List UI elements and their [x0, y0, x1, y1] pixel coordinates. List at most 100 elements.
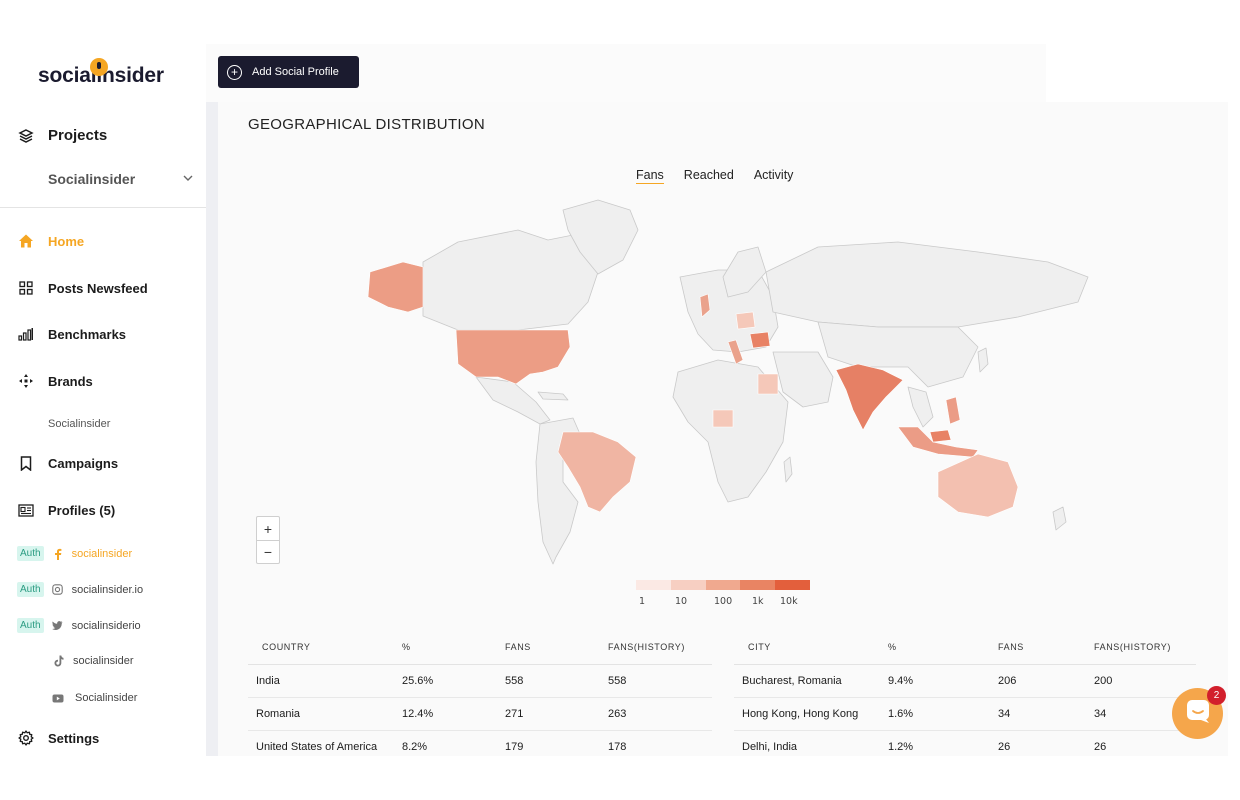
legend-swatch: [636, 580, 671, 590]
zoom-out-button[interactable]: −: [257, 540, 279, 563]
sidebar-item-label: Settings: [48, 730, 100, 746]
map-country-nigeria: [712, 409, 734, 428]
profile-item-youtube[interactable]: Socialinsider: [52, 692, 137, 704]
instagram-icon: [52, 584, 64, 596]
profile-item-facebook[interactable]: Auth socialinsider: [17, 546, 132, 561]
id-card-icon: [18, 502, 34, 518]
map-country-romania: [749, 331, 771, 349]
map-zoom-controls: + −: [256, 516, 280, 564]
column-header[interactable]: COUNTRY: [248, 630, 402, 665]
sidebar-item-label: Campaigns: [48, 455, 119, 471]
column-header[interactable]: FANS: [505, 630, 608, 665]
home-icon: [18, 233, 34, 249]
profile-item-twitter[interactable]: Auth socialinsiderio: [17, 618, 141, 633]
column-header[interactable]: %: [402, 630, 505, 665]
profile-item-instagram[interactable]: Auth socialinsider.io: [17, 582, 143, 597]
sidebar-divider: [0, 207, 206, 208]
legend-swatch: [740, 580, 776, 590]
legend-swatch: [775, 580, 810, 590]
table-row: Bucharest, Romania 9.4% 206 200: [734, 664, 1196, 698]
sidebar-item-brands[interactable]: Brands: [18, 373, 93, 389]
profile-name: socialinsider: [73, 655, 134, 667]
sidebar: socialinsider Projects Socialinsider Hom…: [0, 44, 206, 756]
sidebar-subitem-brand[interactable]: Socialinsider: [48, 418, 110, 430]
table-cell: 200: [1094, 664, 1196, 698]
table-cell: 9.4%: [888, 664, 998, 698]
table-cell: 179: [505, 730, 608, 756]
legend-swatch: [670, 580, 706, 590]
world-map[interactable]: [218, 102, 1228, 582]
table-row: United States of America 8.2% 179 178: [248, 730, 712, 756]
column-header[interactable]: FANS(HISTORY): [1094, 630, 1196, 665]
table-cell: 12.4%: [402, 697, 505, 731]
legend-color-scale: [636, 580, 810, 590]
map-country-poland: [735, 311, 756, 330]
layers-icon: [18, 128, 34, 144]
zoom-in-button[interactable]: +: [257, 517, 279, 540]
project-select[interactable]: Socialinsider: [48, 171, 194, 187]
sidebar-item-campaigns[interactable]: Campaigns: [18, 455, 118, 471]
chat-notification-badge: 2: [1207, 686, 1226, 705]
auth-badge: Auth: [17, 618, 44, 633]
city-table: CITY % FANS FANS(HISTORY) Bucharest, Rom…: [734, 630, 1196, 756]
map-region-japan: [977, 347, 989, 373]
column-header[interactable]: FANS: [998, 630, 1094, 665]
table-cell: 206: [998, 664, 1094, 698]
table-cell: 558: [505, 664, 608, 698]
table-cell: Delhi, India: [734, 730, 888, 756]
map-region-central-america: [475, 376, 551, 425]
table-row: Delhi, India 1.2% 26 26: [734, 730, 1196, 756]
youtube-icon: [52, 692, 64, 704]
facebook-icon: [52, 548, 64, 560]
legend-tick: 1: [639, 596, 646, 607]
sidebar-item-settings[interactable]: Settings: [18, 730, 99, 746]
legend-tick: 100: [714, 596, 733, 607]
column-header[interactable]: CITY: [734, 630, 888, 665]
sidebar-item-profiles[interactable]: Profiles (5): [18, 502, 115, 518]
column-header[interactable]: %: [888, 630, 998, 665]
bar-chart-icon: [18, 326, 34, 342]
add-social-profile-button[interactable]: + Add Social Profile: [218, 56, 359, 88]
table-cell: 34: [998, 697, 1094, 731]
map-region-new-zealand: [1052, 506, 1067, 531]
table-cell: India: [248, 664, 402, 698]
legend-tick: 10: [675, 596, 688, 607]
grid-icon: [18, 280, 34, 296]
table-cell: 25.6%: [402, 664, 505, 698]
table-cell: Romania: [248, 697, 402, 731]
map-country-alaska: [367, 261, 424, 313]
bookmark-icon: [18, 455, 34, 471]
table-cell: 8.2%: [402, 730, 505, 756]
projects-header[interactable]: Projects: [18, 127, 107, 144]
table-cell: Bucharest, Romania: [734, 664, 888, 698]
crosshair-icon: [18, 373, 34, 389]
map-region-madagascar: [783, 456, 793, 483]
map-legend: 1 10 100 1k 10k: [636, 580, 810, 607]
profile-name: socialinsider.io: [71, 583, 144, 596]
map-country-india: [835, 363, 904, 431]
sidebar-item-home[interactable]: Home: [18, 233, 84, 249]
sidebar-item-posts-newsfeed[interactable]: Posts Newsfeed: [18, 280, 148, 296]
table-cell: 26: [1094, 730, 1196, 756]
projects-label: Projects: [48, 127, 108, 144]
table-header-row: COUNTRY % FANS FANS(HISTORY): [248, 630, 712, 665]
map-country-australia: [937, 453, 1019, 518]
map-region-russia: [765, 241, 1089, 328]
column-header[interactable]: FANS(HISTORY): [608, 630, 712, 665]
sidebar-item-label: Home: [48, 233, 85, 249]
chat-icon: [1185, 698, 1211, 729]
table-row: India 25.6% 558 558: [248, 664, 712, 698]
sidebar-item-benchmarks[interactable]: Benchmarks: [18, 326, 126, 342]
twitter-icon: [52, 620, 64, 632]
profile-item-tiktok[interactable]: socialinsider: [53, 655, 134, 667]
tiktok-icon: [53, 655, 65, 667]
map-region-caribbean: [537, 391, 569, 401]
chevron-down-icon: [182, 171, 194, 187]
table-cell: 178: [608, 730, 712, 756]
table-cell: United States of America: [248, 730, 402, 756]
table-cell: 1.2%: [888, 730, 998, 756]
table-cell: Hong Kong, Hong Kong: [734, 697, 888, 731]
country-table: COUNTRY % FANS FANS(HISTORY) India 25.6%…: [248, 630, 712, 756]
auth-badge: Auth: [17, 546, 44, 561]
table-header-row: CITY % FANS FANS(HISTORY): [734, 630, 1196, 665]
